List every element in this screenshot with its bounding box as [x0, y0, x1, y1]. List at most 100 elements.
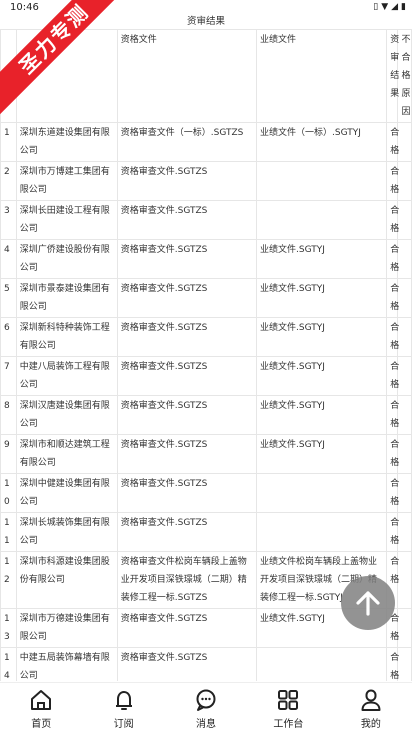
status-time: 10:46: [10, 2, 39, 13]
tab-workbench[interactable]: 工作台: [247, 683, 329, 735]
qualification-file-link[interactable]: 资格审查文件.SGTZS: [116, 512, 258, 552]
review-result: 合格: [386, 200, 399, 240]
failure-reason: [397, 356, 412, 396]
vibrate-icon: ▯: [373, 2, 379, 12]
company-name: 深圳汉唐建设集团有限公司: [15, 395, 118, 435]
qualification-file-link[interactable]: 资格审查文件.SGTZS: [116, 608, 258, 648]
company-name: 深圳中健建设集团有限公司: [15, 473, 118, 513]
review-result: 合格: [386, 278, 399, 318]
row-index: 8: [0, 395, 17, 435]
performance-file-link[interactable]: 业绩文件.SGTYJ: [256, 317, 388, 357]
performance-file-link: [256, 161, 388, 201]
company-name: 深圳长城装饰集团有限公司: [15, 512, 118, 552]
company-name: 深圳新科特种装饰工程有限公司: [15, 317, 118, 357]
tab-subscribe[interactable]: 订阅: [82, 683, 164, 735]
wifi-icon: ▼: [381, 2, 389, 12]
company-name: 深圳长田建设工程有限公司: [15, 200, 118, 240]
table-row: 9 深圳市和顺达建筑工程有限公司 资格审查文件.SGTZS 业绩文件.SGTYJ 合格: [0, 434, 412, 474]
qualification-file-link[interactable]: 资格审查文件.SGTZS: [116, 434, 258, 474]
qualification-file-link[interactable]: 资格审查文件.SGTZS: [116, 647, 258, 681]
qualification-file-link[interactable]: 资格审查文件.SGTZS: [116, 317, 258, 357]
performance-file-link[interactable]: 业绩文件.SGTYJ: [256, 356, 388, 396]
table-row: 8 深圳汉唐建设集团有限公司 资格审查文件.SGTZS 业绩文件.SGTYJ 合格: [0, 395, 412, 435]
performance-file-link: [256, 200, 388, 240]
tab-messages[interactable]: 消息: [165, 683, 247, 735]
failure-reason: [397, 278, 412, 318]
review-result: 合格: [386, 356, 399, 396]
qualification-file-link[interactable]: 资格审查文件.SGTZS: [116, 161, 258, 201]
tab-profile[interactable]: 我的: [330, 683, 412, 735]
table-row: 11 深圳长城装饰集团有限公司 资格审查文件.SGTZS 合格: [0, 512, 412, 552]
review-result: 合格: [386, 161, 399, 201]
row-index: 13: [0, 608, 17, 648]
company-name: 深圳东道建设集团有限公司: [15, 122, 118, 162]
row-index: 6: [0, 317, 17, 357]
performance-file-link[interactable]: 业绩文件（一标）.SGTYJ: [256, 122, 388, 162]
performance-file-link[interactable]: 业绩文件.SGTYJ: [256, 395, 388, 435]
company-name: 中建八局装饰工程有限公司: [15, 356, 118, 396]
status-icons: ▯ ▼ ◢ ▮: [373, 2, 406, 13]
qualification-file-link[interactable]: 资格审查文件.SGTZS: [116, 395, 258, 435]
failure-reason: [397, 395, 412, 435]
tab-profile-label: 我的: [360, 719, 381, 730]
qualification-file-link[interactable]: 资格审查文件.SGTZS: [116, 239, 258, 279]
grid-icon: [278, 690, 299, 710]
qualification-file-link[interactable]: 资格审查文件.SGTZS: [116, 356, 258, 396]
failure-reason: [397, 647, 412, 681]
failure-reason: [397, 551, 412, 609]
row-index: 4: [0, 239, 17, 279]
failure-reason: [397, 317, 412, 357]
bell-icon: [115, 691, 132, 710]
user-icon: [361, 689, 381, 711]
performance-file-link: [256, 512, 388, 552]
arrow-up-icon: [356, 591, 380, 616]
company-name: 深圳广侨建设股份有限公司: [15, 239, 118, 279]
row-index: 11: [0, 512, 17, 552]
qualification-file-link[interactable]: 资格审查文件.SGTZS: [116, 473, 258, 513]
review-result: 合格: [386, 239, 399, 279]
table-row: 1 深圳东道建设集团有限公司 资格审查文件（一标）.SGTZS 业绩文件（一标）.SG…: [0, 122, 412, 162]
failure-reason: [397, 239, 412, 279]
row-index: 14: [0, 647, 17, 681]
header-performance: 业绩文件: [256, 29, 388, 123]
failure-reason: [397, 122, 412, 162]
company-name: 深圳市万德建设集团有限公司: [15, 608, 118, 648]
company-name: 深圳市景泰建设集团有限公司: [15, 278, 118, 318]
home-icon: [31, 690, 52, 710]
signal-icon: ◢: [391, 2, 399, 12]
row-index: 3: [0, 200, 17, 240]
failure-reason: [397, 512, 412, 552]
tab-messages-label: 消息: [196, 719, 217, 730]
row-index: 7: [0, 356, 17, 396]
battery-icon: ▮: [401, 2, 406, 12]
message-icon: [196, 689, 216, 711]
tab-subscribe-label: 订阅: [113, 719, 134, 730]
qualification-file-link[interactable]: 资格审查文件.SGTZS: [116, 278, 258, 318]
review-result: 合格: [386, 434, 399, 474]
qualification-file-link[interactable]: 资格审查文件.SGTZS: [116, 200, 258, 240]
company-name: 深圳市科源建设集团股份有限公司: [15, 551, 118, 609]
performance-file-link[interactable]: 业绩文件.SGTYJ: [256, 239, 388, 279]
scroll-top-button[interactable]: [341, 576, 395, 630]
bottom-tab-bar: 首页 订阅 消息 工作台 我的: [0, 682, 412, 735]
failure-reason: [397, 434, 412, 474]
performance-file-link[interactable]: 业绩文件.SGTYJ: [256, 278, 388, 318]
performance-file-link: [256, 473, 388, 513]
company-name: 中建五局装饰幕墙有限公司: [15, 647, 118, 681]
performance-file-link[interactable]: 业绩文件.SGTYJ: [256, 434, 388, 474]
review-result: 合格: [386, 647, 399, 681]
table-row: 3 深圳长田建设工程有限公司 资格审查文件.SGTZS 合格: [0, 200, 412, 240]
review-result: 合格: [386, 395, 399, 435]
failure-reason: [397, 473, 412, 513]
table-row: 5 深圳市景泰建设集团有限公司 资格审查文件.SGTZS 业绩文件.SGTYJ 合格: [0, 278, 412, 318]
tab-home[interactable]: 首页: [0, 683, 82, 735]
qualification-file-link[interactable]: 资格审查文件松岗车辆段上盖物业开发项目深铁璟城（二期）精装修工程一标.SGTZS: [116, 551, 258, 609]
failure-reason: [397, 608, 412, 648]
row-index: 12: [0, 551, 17, 609]
review-result: 合格: [386, 122, 399, 162]
tab-workbench-label: 工作台: [273, 719, 304, 730]
performance-file-link: [256, 647, 388, 681]
table-row: 4 深圳广侨建设股份有限公司 资格审查文件.SGTZS 业绩文件.SGTYJ 合格: [0, 239, 412, 279]
qualification-file-link[interactable]: 资格审查文件（一标）.SGTZS: [116, 122, 258, 162]
header-reason: 不合格原因: [397, 29, 412, 123]
